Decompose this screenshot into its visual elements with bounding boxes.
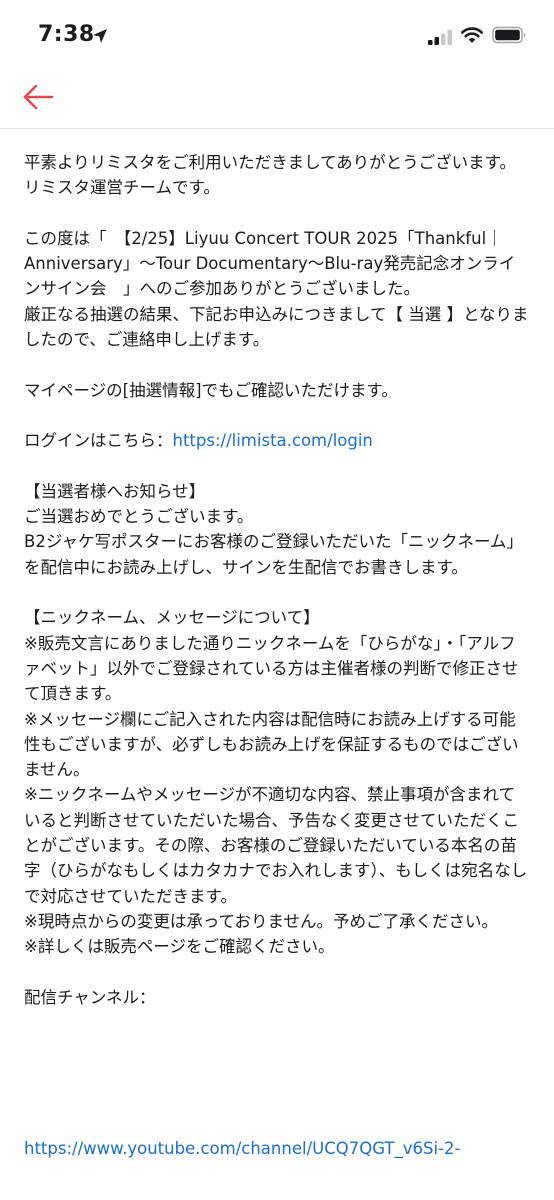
mypage-note: マイページの[抽選情報]でもご確認いただけます。 bbox=[24, 380, 398, 400]
winner-line: ご当選おめでとうございます。 bbox=[24, 507, 254, 527]
notice-line: ※ニックネームやメッセージが不適切な内容、禁止事項が含まれていると判断させていた… bbox=[24, 785, 528, 906]
winner-heading: 【当選者様へお知らせ】 bbox=[24, 481, 206, 501]
notice-line: ※販売文言にありました通りニックネームを「ひらがな」・「アルファベット」以外でご… bbox=[24, 633, 519, 704]
email-body: 平素よりリミスタをご利用いただきましてありがとうございます。 リミスタ運営チーム… bbox=[24, 150, 530, 1010]
login-link[interactable]: https://limista.com/login bbox=[173, 431, 373, 450]
nav-bar bbox=[0, 66, 554, 129]
bottom-edge bbox=[0, 1160, 554, 1200]
greeting-line: リミスタ運営チームです。 bbox=[24, 178, 220, 198]
winner-line: B2ジャケ写ポスターにお客様のご登録いただいた「ニックネーム」を配信中にお読み上… bbox=[24, 532, 523, 577]
intro-paragraph: 厳正なる抽選の結果、下記お申込みにつきまして【 当選 】となりましたので、ご連絡… bbox=[24, 304, 529, 350]
channel-link[interactable]: https://www.youtube.com/channel/UCQ7QGT_… bbox=[24, 1136, 544, 1160]
login-label: ログインはこちら： bbox=[24, 431, 173, 451]
battery-icon bbox=[492, 26, 526, 44]
back-arrow-icon[interactable] bbox=[22, 82, 56, 112]
greeting-line: 平素よりリミスタをご利用いただきましてありがとうございます。 bbox=[24, 153, 517, 172]
notice-line: ※メッセージ欄にご記入された内容は配信時にお読み上げする可能性もございますが、必… bbox=[24, 709, 519, 780]
login-line: ログインはこちら：https://limista.com/login bbox=[24, 428, 530, 453]
notice-line: ※現時点からの変更は承っておりません。予めご了承ください。 bbox=[24, 911, 499, 931]
wifi-icon bbox=[460, 27, 484, 43]
location-arrow-icon bbox=[93, 29, 107, 43]
nickname-heading: 【ニックネーム、メッセージについて】 bbox=[24, 608, 320, 628]
signal-icon bbox=[428, 30, 452, 45]
intro-paragraph: この度は「 【2/25】Liyuu Concert TOUR 2025「Than… bbox=[24, 228, 516, 299]
status-time: 7:38 bbox=[38, 22, 95, 47]
status-bar: 7:38 bbox=[0, 0, 554, 66]
notice-line: ※詳しくは販売ページをご確認ください。 bbox=[24, 937, 335, 957]
channel-label: 配信チャンネル： bbox=[24, 987, 156, 1007]
